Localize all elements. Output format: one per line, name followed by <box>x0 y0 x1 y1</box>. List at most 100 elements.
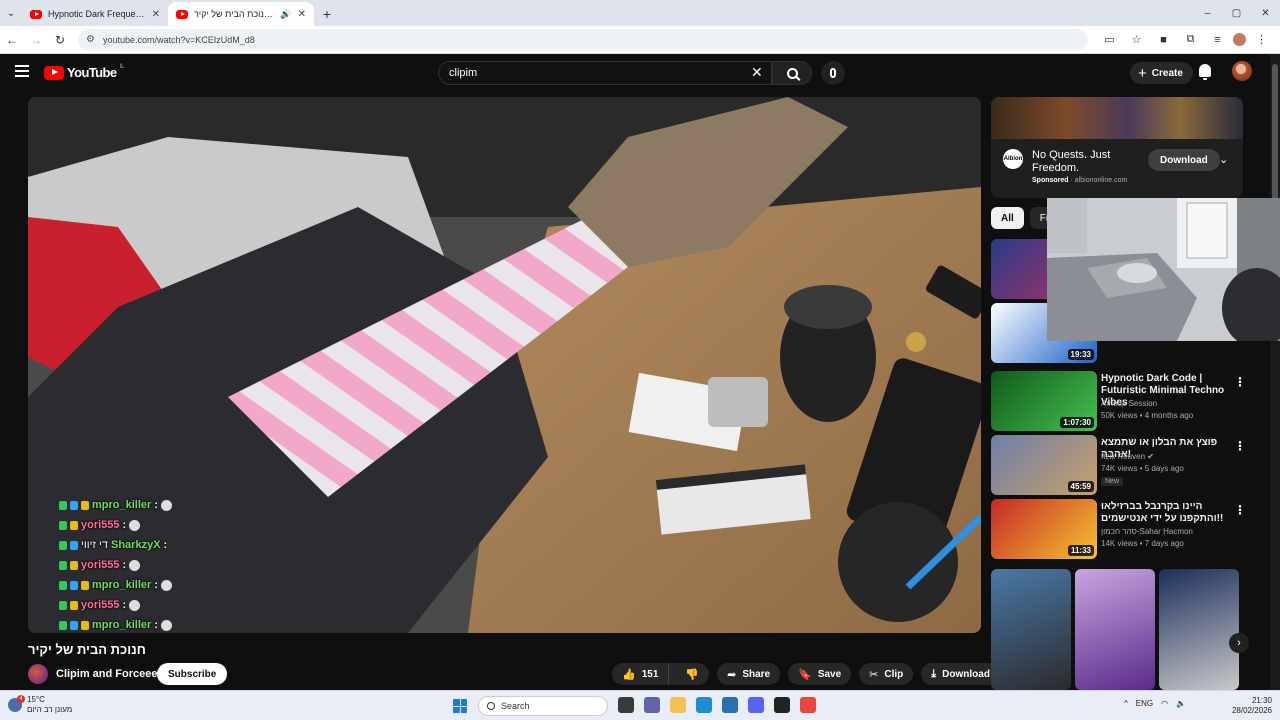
like-button[interactable]: 👍 151 <box>612 663 670 685</box>
clip-button[interactable]: ✂ Clip <box>859 663 914 685</box>
chat-badge-icon <box>59 580 67 590</box>
ad-title: No Quests. Just Freedom. <box>1032 149 1111 174</box>
chat-username: mpro_killer <box>92 579 152 591</box>
create-label: Create <box>1151 67 1183 79</box>
minimize-button[interactable]: – <box>1193 0 1222 26</box>
task-view-icon[interactable] <box>618 697 634 713</box>
chat-emote-icon <box>160 499 172 511</box>
video-thumbnail[interactable]: 11:33 <box>991 499 1097 559</box>
ad-download-button[interactable]: Download <box>1148 149 1220 171</box>
back-icon[interactable]: ← <box>0 26 24 54</box>
browser-tab-1[interactable]: Hypnotic Dark Frequency | The ✕ <box>22 2 168 26</box>
extension-icon[interactable]: ■ <box>1152 29 1175 51</box>
tab-close-icon[interactable]: ✕ <box>298 9 306 20</box>
weather-widget[interactable]: 4 15°C מעונן רב היום <box>8 695 72 715</box>
chat-badge-icon <box>81 580 89 590</box>
voice-search-button[interactable] <box>821 61 845 85</box>
store-icon[interactable] <box>722 697 738 713</box>
channel-name[interactable]: Itzik Reuven ✔ <box>1101 452 1154 461</box>
more-options-icon[interactable]: ⋮ <box>1234 439 1246 453</box>
chrome-icon[interactable] <box>800 697 816 713</box>
scrollbar-thumb[interactable] <box>1272 64 1278 214</box>
menu-icon[interactable] <box>15 65 29 77</box>
more-options-icon[interactable]: ⋮ <box>1234 503 1246 517</box>
tab-search-dropdown-icon[interactable]: ⌄ <box>0 0 22 26</box>
stream-chat-overlay: mpro_killer: yori555: די זיווי SharkzyX: yor… <box>59 495 259 633</box>
youtube-logo[interactable]: YouTube IL <box>44 63 125 80</box>
page-scrollbar[interactable] <box>1270 54 1280 690</box>
audio-playing-icon[interactable]: 🔊 <box>280 9 291 20</box>
channel-name[interactable]: סהר חכמון-Sahar Hacmon <box>1101 527 1193 536</box>
wifi-icon[interactable]: ◠ <box>1161 699 1168 708</box>
notifications-bell-icon[interactable] <box>1199 64 1211 80</box>
search-button[interactable] <box>772 61 812 85</box>
logo-wordmark: YouTube <box>67 65 117 80</box>
chip-all[interactable]: All <box>991 207 1024 229</box>
subscribe-button[interactable]: Subscribe <box>157 663 228 685</box>
bookmark-star-icon[interactable]: ☆ <box>1125 29 1148 51</box>
webcam-overlay <box>1047 198 1280 341</box>
windows-start-icon[interactable] <box>453 699 467 713</box>
account-avatar[interactable] <box>1232 61 1252 81</box>
new-tab-button[interactable]: + <box>314 2 340 26</box>
country-code: IL <box>119 63 125 70</box>
share-button[interactable]: ➦ Share <box>717 663 781 685</box>
extensions-puzzle-icon[interactable]: ⧉ <box>1179 29 1202 51</box>
video-thumbnail[interactable]: 1:07:30 <box>991 371 1097 431</box>
ad-meta: Sponsored · albiononline.com <box>1032 177 1128 184</box>
site-info-icon[interactable]: ⚙ <box>86 34 95 45</box>
reload-icon[interactable]: ↻ <box>48 26 72 54</box>
language-indicator[interactable]: ENG <box>1136 699 1153 708</box>
app-icon[interactable] <box>774 697 790 713</box>
browser-menu-icon[interactable]: ⋮ <box>1250 29 1273 51</box>
short-thumbnail[interactable] <box>991 569 1071 690</box>
chevron-down-icon[interactable]: ⌄ <box>1219 153 1228 166</box>
file-explorer-icon[interactable] <box>670 697 686 713</box>
url-field[interactable]: ⚙ youtube.com/watch?v=KCEIzUdM_d8 <box>78 28 1088 51</box>
download-button[interactable]: ⤓ Download <box>921 663 1000 685</box>
recommended-video[interactable]: 45:59 פוצץ את הבלון או שתמצא אהבה! Itzik R… <box>991 435 1249 495</box>
channel-name[interactable]: Clipim and Forceee <box>56 668 157 680</box>
chat-username: mpro_killer <box>92 619 152 631</box>
cast-icon[interactable]: ▭ <box>1098 29 1121 51</box>
more-options-icon[interactable]: ⋮ <box>1234 375 1246 389</box>
dislike-button[interactable]: 👎 <box>675 663 709 685</box>
shorts-shelf <box>991 569 1239 690</box>
short-thumbnail[interactable] <box>1075 569 1155 690</box>
share-icon: ➦ <box>727 668 737 681</box>
recommended-video[interactable]: 11:33 היינו בקרנבל בברזילאוּ והתקפנו על י… <box>991 499 1249 559</box>
shorts-next-icon[interactable]: › <box>1229 633 1249 653</box>
save-label: Save <box>817 668 842 680</box>
chat-badge-icon <box>70 540 78 550</box>
clock[interactable]: 21:30 28/02/2026 <box>1228 696 1272 716</box>
recommended-video[interactable]: 1:07:30 Hypnotic Dark Code | Futuristic M… <box>991 371 1249 431</box>
advertiser-logo: Albion <box>1003 149 1023 169</box>
volume-icon[interactable]: 🔈 <box>1176 699 1186 708</box>
video-player[interactable]: mpro_killer: yori555: די זיווי SharkzyX: yor… <box>28 97 981 633</box>
channel-name-text: סהר חכמון-Sahar Hacmon <box>1101 527 1193 536</box>
channel-avatar[interactable] <box>28 664 48 684</box>
profile-avatar-icon[interactable] <box>1233 33 1246 46</box>
chat-badge-icon <box>70 620 78 630</box>
media-control-icon[interactable]: ≡ <box>1206 29 1229 51</box>
youtube-play-icon <box>44 65 64 80</box>
browser-tab-2[interactable]: חנוכת הבית של יקיר - Tube 🔊 ✕ <box>168 2 314 26</box>
create-button[interactable]: + Create <box>1130 62 1193 84</box>
tray-chevron-icon[interactable]: ^ <box>1124 699 1128 708</box>
maximize-button[interactable]: ▢ <box>1222 0 1251 26</box>
taskbar-search[interactable]: Search <box>478 696 608 716</box>
tab-close-icon[interactable]: ✕ <box>152 9 160 20</box>
video-title[interactable]: היינו בקרנבל בברזילאוּ והתקפנו על ידי אנ… <box>1101 501 1227 525</box>
teams-icon[interactable] <box>644 697 660 713</box>
forward-icon[interactable]: → <box>24 26 48 54</box>
close-window-button[interactable]: ✕ <box>1251 0 1280 26</box>
channel-name[interactable]: Amoda Session <box>1101 399 1157 408</box>
video-thumbnail[interactable]: 45:59 <box>991 435 1097 495</box>
edge-icon[interactable] <box>696 697 712 713</box>
save-button[interactable]: 🔖 Save <box>788 663 852 685</box>
clear-search-icon[interactable]: ✕ <box>751 64 763 81</box>
sponsored-ad-card[interactable]: Albion No Quests. Just Freedom. Sponsore… <box>991 97 1243 198</box>
discord-icon[interactable] <box>748 697 764 713</box>
search-input[interactable]: clipim <box>438 61 772 85</box>
short-thumbnail[interactable] <box>1159 569 1239 690</box>
